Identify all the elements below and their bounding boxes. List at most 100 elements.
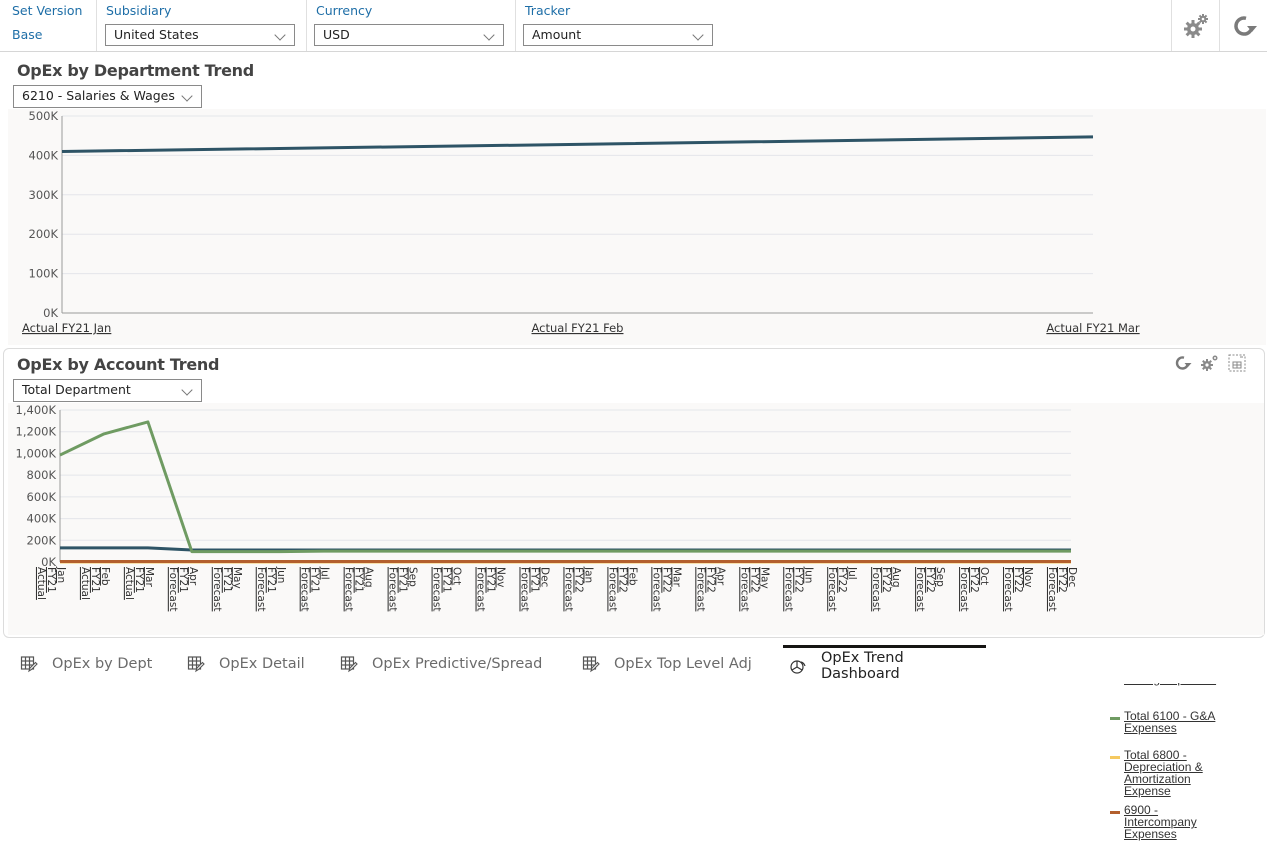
x-tick-label[interactable]: ForecastFY22Jul bbox=[826, 566, 858, 611]
tab-opex-trend-dashboard[interactable]: OpEx Trend Dashboard bbox=[783, 645, 986, 683]
x-tick-label[interactable]: ForecastFY22Feb bbox=[606, 567, 638, 611]
x-tick-label[interactable]: ForecastFY21Jul bbox=[299, 566, 331, 611]
legend-swatch bbox=[1110, 717, 1120, 720]
x-tick-label[interactable]: ForecastFY21Nov bbox=[475, 567, 507, 611]
form-edit-icon bbox=[582, 655, 600, 673]
legend-item[interactable]: Total 6800 - Depreciation & Amortization… bbox=[1110, 749, 1220, 797]
form-edit-icon bbox=[20, 655, 38, 673]
y-tick-label: 1,200K bbox=[16, 425, 57, 439]
tab-opex-top-level-adj[interactable]: OpEx Top Level Adj bbox=[582, 645, 752, 683]
x-tick-label[interactable]: ActualFY21Mar bbox=[123, 567, 155, 600]
refresh-icon[interactable] bbox=[1174, 354, 1192, 372]
x-tick-label[interactable]: ForecastFY22Mar bbox=[650, 567, 682, 611]
x-tick-label[interactable]: ForecastFY22Apr bbox=[694, 567, 726, 611]
department-select[interactable]: Total Department bbox=[13, 379, 202, 402]
x-tick-label-part: Sep bbox=[934, 567, 946, 587]
x-tick-label[interactable]: ForecastFY22Dec bbox=[1046, 567, 1078, 611]
tab-label: OpEx Top Level Adj bbox=[614, 656, 752, 672]
x-tick-label[interactable]: ActualFY21Jan bbox=[35, 566, 67, 600]
tracker-value: Amount bbox=[532, 27, 582, 42]
legend-item[interactable]: 6900 - Intercompany Expenses bbox=[1110, 804, 1220, 840]
set-version-label: Set Version bbox=[12, 3, 83, 18]
x-tick-label-part: May bbox=[758, 567, 770, 589]
chevron-down-icon bbox=[181, 384, 193, 396]
x-tick-label[interactable]: Actual FY21 Mar bbox=[1046, 321, 1140, 335]
series-line-0[interactable] bbox=[61, 135, 1094, 153]
legend-item[interactable]: Total 6100 - G&A Expenses bbox=[1110, 710, 1220, 734]
maximize-icon[interactable] bbox=[1228, 354, 1246, 372]
department-trend-chart: 0K 100K 200K 300K 400K 500K Actual FY21 Jan Act… bbox=[8, 109, 1266, 460]
y-tick-label: 200K bbox=[29, 227, 59, 241]
x-tick-label[interactable]: Actual FY21 Jan bbox=[22, 321, 111, 335]
gear-icon[interactable] bbox=[1200, 354, 1220, 372]
x-tick-label[interactable]: ForecastFY22Aug bbox=[870, 567, 902, 611]
chevron-down-icon bbox=[692, 29, 704, 41]
x-tick-label-part: Nov bbox=[495, 567, 507, 588]
y-tick-label: 0K bbox=[43, 306, 58, 320]
pov-set-version: Set Version Base bbox=[0, 0, 97, 51]
series-line-1[interactable] bbox=[59, 420, 1071, 554]
x-tick-label-part: Mar bbox=[670, 567, 682, 587]
x-tick-label[interactable]: ForecastFY22Jan bbox=[562, 566, 594, 611]
x-tick-label-part: Jul bbox=[319, 566, 331, 580]
x-tick-label[interactable]: ForecastFY21Dec bbox=[519, 567, 551, 611]
x-tick-label[interactable]: ForecastFY21Apr bbox=[167, 567, 199, 611]
y-tick-label: 100K bbox=[29, 267, 59, 281]
dashboard-icon bbox=[789, 657, 807, 675]
x-tick-label-part: May bbox=[231, 567, 243, 589]
gear-icon bbox=[1183, 13, 1208, 38]
tracker-select[interactable]: Amount bbox=[523, 24, 713, 46]
x-tick-label-part: Jul bbox=[846, 566, 858, 580]
refresh-icon bbox=[1233, 15, 1257, 36]
tab-opex-by-dept[interactable]: OpEx by Dept bbox=[20, 645, 152, 683]
legend-label: 6900 - Intercompany Expenses bbox=[1124, 803, 1197, 841]
account-select[interactable]: 6210 - Salaries & Wages bbox=[13, 85, 202, 108]
x-tick-label-part: Dec bbox=[1066, 567, 1078, 588]
x-tick-label-part: Feb bbox=[626, 567, 638, 586]
subsidiary-value: United States bbox=[114, 27, 199, 42]
x-tick-label[interactable]: ForecastFY21May bbox=[211, 567, 243, 611]
pov-bar: Set Version Base Subsidiary United State… bbox=[0, 0, 1267, 52]
x-tick-label-part: Feb bbox=[99, 567, 111, 586]
y-tick-label: 800K bbox=[27, 468, 57, 482]
panel2-title: OpEx by Account Trend bbox=[17, 355, 220, 374]
actions-button[interactable] bbox=[1171, 0, 1219, 51]
tab-label: OpEx Predictive/Spread bbox=[372, 656, 543, 672]
legend-label: Total 6100 - G&A Expenses bbox=[1124, 709, 1216, 735]
x-tick-label[interactable]: ForecastFY21Aug bbox=[343, 567, 375, 611]
tab-opex-predictive-spread[interactable]: OpEx Predictive/Spread bbox=[340, 645, 542, 683]
x-tick-label[interactable]: ForecastFY22Nov bbox=[1002, 567, 1034, 611]
y-tick-label: 500K bbox=[29, 109, 59, 123]
x-tick-label-part: Apr bbox=[187, 567, 199, 586]
x-tick-label-part: Jun bbox=[802, 566, 814, 583]
account-trend-chart: 0K 200K 400K 600K 800K 1,000K 1,200K 1,400K Actu… bbox=[8, 403, 1264, 840]
chevron-down-icon bbox=[181, 90, 193, 102]
department-select-value: Total Department bbox=[22, 382, 131, 397]
panel2-toolbar bbox=[1174, 354, 1246, 372]
dashboard-tabs: OpEx by Dept OpEx Detail OpEx Predictive… bbox=[14, 645, 1257, 683]
x-tick-label[interactable]: ForecastFY22Sep bbox=[914, 567, 946, 611]
x-tick-label[interactable]: ActualFY21Feb bbox=[79, 567, 111, 600]
x-tick-label[interactable]: ForecastFY22May bbox=[738, 567, 770, 611]
currency-value: USD bbox=[323, 27, 350, 42]
legend-label: Total 6800 - Depreciation & Amortization… bbox=[1124, 748, 1203, 798]
y-tick-label: 600K bbox=[27, 490, 57, 504]
legend-swatch bbox=[1110, 811, 1120, 814]
x-tick-label-part: Aug bbox=[890, 567, 902, 588]
x-tick-label[interactable]: Actual FY21 Feb bbox=[532, 321, 624, 335]
x-tick-label[interactable]: ForecastFY22Oct bbox=[958, 567, 990, 611]
form-edit-icon bbox=[340, 655, 358, 673]
refresh-button[interactable] bbox=[1219, 0, 1267, 51]
set-version-value[interactable]: Base bbox=[12, 27, 42, 42]
tracker-label: Tracker bbox=[525, 3, 571, 18]
tab-label: OpEx by Dept bbox=[52, 656, 153, 672]
currency-select[interactable]: USD bbox=[314, 24, 504, 46]
x-tick-label-part: Jan bbox=[582, 566, 594, 583]
x-tick-label[interactable]: ForecastFY21Oct bbox=[431, 567, 463, 611]
tab-opex-detail[interactable]: OpEx Detail bbox=[187, 645, 305, 683]
x-tick-label[interactable]: ForecastFY21Sep bbox=[387, 567, 419, 611]
x-tick-label[interactable]: ForecastFY21Jun bbox=[255, 566, 287, 611]
account-trend-svg: 0K200K400K600K800K1,000K1,200K1,400KActu… bbox=[16, 403, 1078, 611]
subsidiary-select[interactable]: United States bbox=[105, 24, 295, 46]
x-tick-label[interactable]: ForecastFY22Jun bbox=[782, 566, 814, 611]
